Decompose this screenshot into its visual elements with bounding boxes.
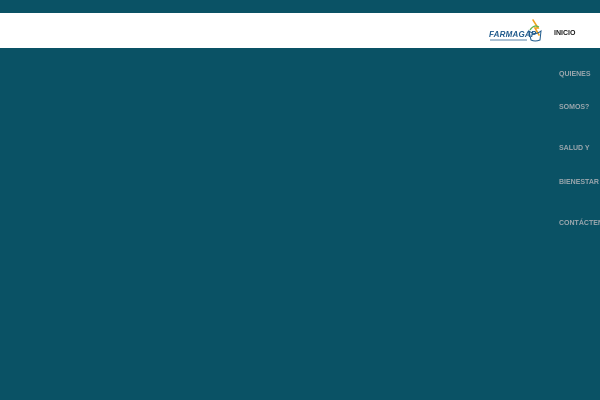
logo-wordmark: FARMAGAP	[489, 30, 537, 39]
nav-item-contactenos[interactable]: CONTÁCTENOS	[559, 220, 600, 228]
page: FARMAGAP INICIO QUIENES SOMOS? SALUD Y B…	[0, 0, 600, 400]
site-logo[interactable]: FARMAGAP	[489, 18, 545, 44]
nav-item-inicio[interactable]: INICIO	[554, 30, 575, 38]
nav-item-salud[interactable]: SALUD Y	[559, 145, 590, 153]
nav-item-somos[interactable]: SOMOS?	[559, 104, 589, 112]
nav-item-quienes[interactable]: QUIENES	[559, 71, 591, 79]
main-nav: INICIO QUIENES SOMOS? SALUD Y BIENESTAR …	[0, 0, 600, 400]
top-strip	[0, 0, 600, 13]
nav-item-bienestar[interactable]: BIENESTAR	[559, 179, 599, 187]
